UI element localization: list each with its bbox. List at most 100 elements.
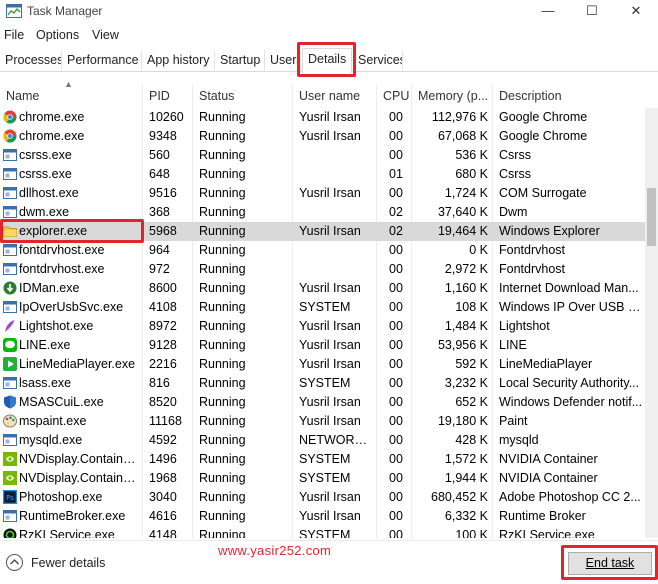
process-name: IpOverUsbSvc.exe xyxy=(19,300,124,314)
menu-view[interactable]: View xyxy=(92,28,119,42)
tab-bar: Processes Performance App history Startu… xyxy=(0,48,658,73)
chevron-up-icon[interactable] xyxy=(6,554,23,571)
tab-startup[interactable]: Startup xyxy=(215,50,265,72)
process-description: Dwm xyxy=(499,205,528,219)
process-user xyxy=(299,241,373,260)
process-pid: 9128 xyxy=(149,338,177,352)
process-description: Internet Download Man... xyxy=(499,281,639,295)
process-name: lsass.exe xyxy=(19,376,72,390)
menu-options[interactable]: Options xyxy=(36,28,79,42)
process-user: NETWORK... xyxy=(299,433,373,447)
process-row[interactable]: csrss.exe 648 Running 01 680 K Csrss xyxy=(0,165,645,184)
tab-processes[interactable]: Processes xyxy=(0,50,62,72)
tab-performance[interactable]: Performance xyxy=(62,50,142,72)
minimize-button[interactable]: — xyxy=(525,0,571,24)
process-cpu: 00 xyxy=(389,186,403,200)
process-description: Paint xyxy=(499,414,528,428)
process-description: Fontdrvhost xyxy=(499,262,566,276)
process-row[interactable]: IDMan.exe 8600 Running Yusril Irsan 00 1,160 … xyxy=(0,279,645,298)
process-row[interactable]: explorer.exe 5968 Running Yusril Irsan 02 19,… xyxy=(0,222,645,241)
process-name: IDMan.exe xyxy=(19,281,80,295)
palette-icon xyxy=(3,414,17,428)
process-description: Fontdrvhost xyxy=(499,243,566,257)
process-name: explorer.exe xyxy=(19,224,88,238)
end-task-button[interactable]: End task xyxy=(568,552,652,575)
tab-app-history[interactable]: App history xyxy=(142,50,215,72)
process-row[interactable]: dwm.exe 368 Running 02 37,640 K Dwm xyxy=(0,203,645,222)
process-row[interactable]: fontdrvhost.exe 964 Running 00 0 K Fontdrvhos… xyxy=(0,241,645,260)
process-row[interactable]: NVDisplay.Container... 1968 Running SYSTEM 0… xyxy=(0,469,645,488)
process-user: Yusril Irsan xyxy=(299,509,361,523)
process-cpu: 00 xyxy=(389,471,403,485)
process-status: Running xyxy=(199,186,246,200)
tab-users[interactable]: Users xyxy=(265,50,301,72)
column-name[interactable]: Name xyxy=(0,84,143,108)
process-cpu: 01 xyxy=(389,167,403,181)
fewer-details-link[interactable]: Fewer details xyxy=(31,556,105,570)
process-row[interactable]: Ps Photoshop.exe 3040 Running Yusril Irsan 00… xyxy=(0,488,645,507)
process-row[interactable]: csrss.exe 560 Running 00 536 K Csrss xyxy=(0,146,645,165)
scrollbar-thumb[interactable] xyxy=(647,188,656,246)
tab-details[interactable]: Details xyxy=(302,48,352,73)
process-row[interactable]: IpOverUsbSvc.exe 4108 Running SYSTEM 00 108 K… xyxy=(0,298,645,317)
process-memory: 3,232 K xyxy=(444,376,488,390)
process-status: Running xyxy=(199,338,246,352)
process-name: Photoshop.exe xyxy=(19,490,103,504)
column-description[interactable]: Description xyxy=(493,84,645,108)
column-memory[interactable]: Memory (p... xyxy=(412,84,493,108)
process-user: Yusril Irsan xyxy=(299,319,361,333)
process-description: Runtime Broker xyxy=(499,509,586,523)
vertical-scrollbar[interactable] xyxy=(645,108,658,538)
nvidia-icon xyxy=(3,452,17,466)
column-status[interactable]: Status xyxy=(193,84,293,108)
process-status: Running xyxy=(199,319,246,333)
process-pid: 3040 xyxy=(149,490,177,504)
process-memory: 1,944 K xyxy=(444,471,488,485)
process-name: fontdrvhost.exe xyxy=(19,262,105,276)
process-row[interactable]: fontdrvhost.exe 972 Running 00 2,972 K Fontdr… xyxy=(0,260,645,279)
process-row[interactable]: LINE.exe 9128 Running Yusril Irsan 00 53,956 … xyxy=(0,336,645,355)
process-row[interactable]: LineMediaPlayer.exe 2216 Running Yusril Irs… xyxy=(0,355,645,374)
process-row[interactable]: MSASCuiL.exe 8520 Running Yusril Irsan 00 652… xyxy=(0,393,645,412)
process-cpu: 00 xyxy=(389,509,403,523)
column-pid[interactable]: PID xyxy=(143,84,193,108)
process-row[interactable]: mysqld.exe 4592 Running NETWORK... 00 428 K my… xyxy=(0,431,645,450)
maximize-button[interactable]: ☐ xyxy=(569,0,615,24)
process-memory: 112,976 K xyxy=(431,110,488,124)
process-memory: 680 K xyxy=(455,167,488,181)
process-pid: 5968 xyxy=(149,224,177,238)
column-header: Name PID Status User name CPU Memory (p.… xyxy=(0,84,645,108)
menu-file[interactable]: File xyxy=(4,28,24,42)
column-cpu[interactable]: CPU xyxy=(377,84,412,108)
process-pid: 8600 xyxy=(149,281,177,295)
process-row[interactable]: Lightshot.exe 8972 Running Yusril Irsan 00 1,… xyxy=(0,317,645,336)
process-status: Running xyxy=(199,490,246,504)
process-name: chrome.exe xyxy=(19,110,85,124)
process-pid: 368 xyxy=(149,205,170,219)
process-row[interactable]: NVDisplay.Container... 1496 Running SYSTEM 0… xyxy=(0,450,645,469)
process-memory: 19,180 K xyxy=(437,414,488,428)
process-status: Running xyxy=(199,167,246,181)
tab-services[interactable]: Services xyxy=(353,50,403,72)
process-description: Lightshot xyxy=(499,319,550,333)
process-row[interactable]: mspaint.exe 11168 Running Yusril Irsan 00 19,… xyxy=(0,412,645,431)
process-row[interactable]: chrome.exe 10260 Running Yusril Irsan 00 112,… xyxy=(0,108,645,127)
process-row[interactable]: chrome.exe 9348 Running Yusril Irsan 00 67,06… xyxy=(0,127,645,146)
close-button[interactable]: ✕ xyxy=(613,0,658,24)
process-status: Running xyxy=(199,110,246,124)
chrome-icon xyxy=(3,129,17,143)
process-pid: 9348 xyxy=(149,129,177,143)
feather-icon xyxy=(5,320,15,332)
process-pid: 11168 xyxy=(149,414,182,428)
process-description: RzKLService.exe xyxy=(499,528,595,538)
process-row[interactable]: RuntimeBroker.exe 4616 Running Yusril Irsan… xyxy=(0,507,645,526)
process-row[interactable]: dllhost.exe 9516 Running Yusril Irsan 00 1,72… xyxy=(0,184,645,203)
column-user-name[interactable]: User name xyxy=(293,84,377,108)
process-memory: 592 K xyxy=(455,357,488,371)
process-row[interactable]: RzKLService.exe 4148 Running SYSTEM 00 100 K R… xyxy=(0,526,645,538)
process-name: LineMediaPlayer.exe xyxy=(19,357,136,371)
process-row[interactable]: lsass.exe 816 Running SYSTEM 00 3,232 K Local … xyxy=(0,374,645,393)
process-pid: 972 xyxy=(149,262,170,276)
process-cpu: 00 xyxy=(389,376,403,390)
task-manager-icon xyxy=(6,4,22,18)
